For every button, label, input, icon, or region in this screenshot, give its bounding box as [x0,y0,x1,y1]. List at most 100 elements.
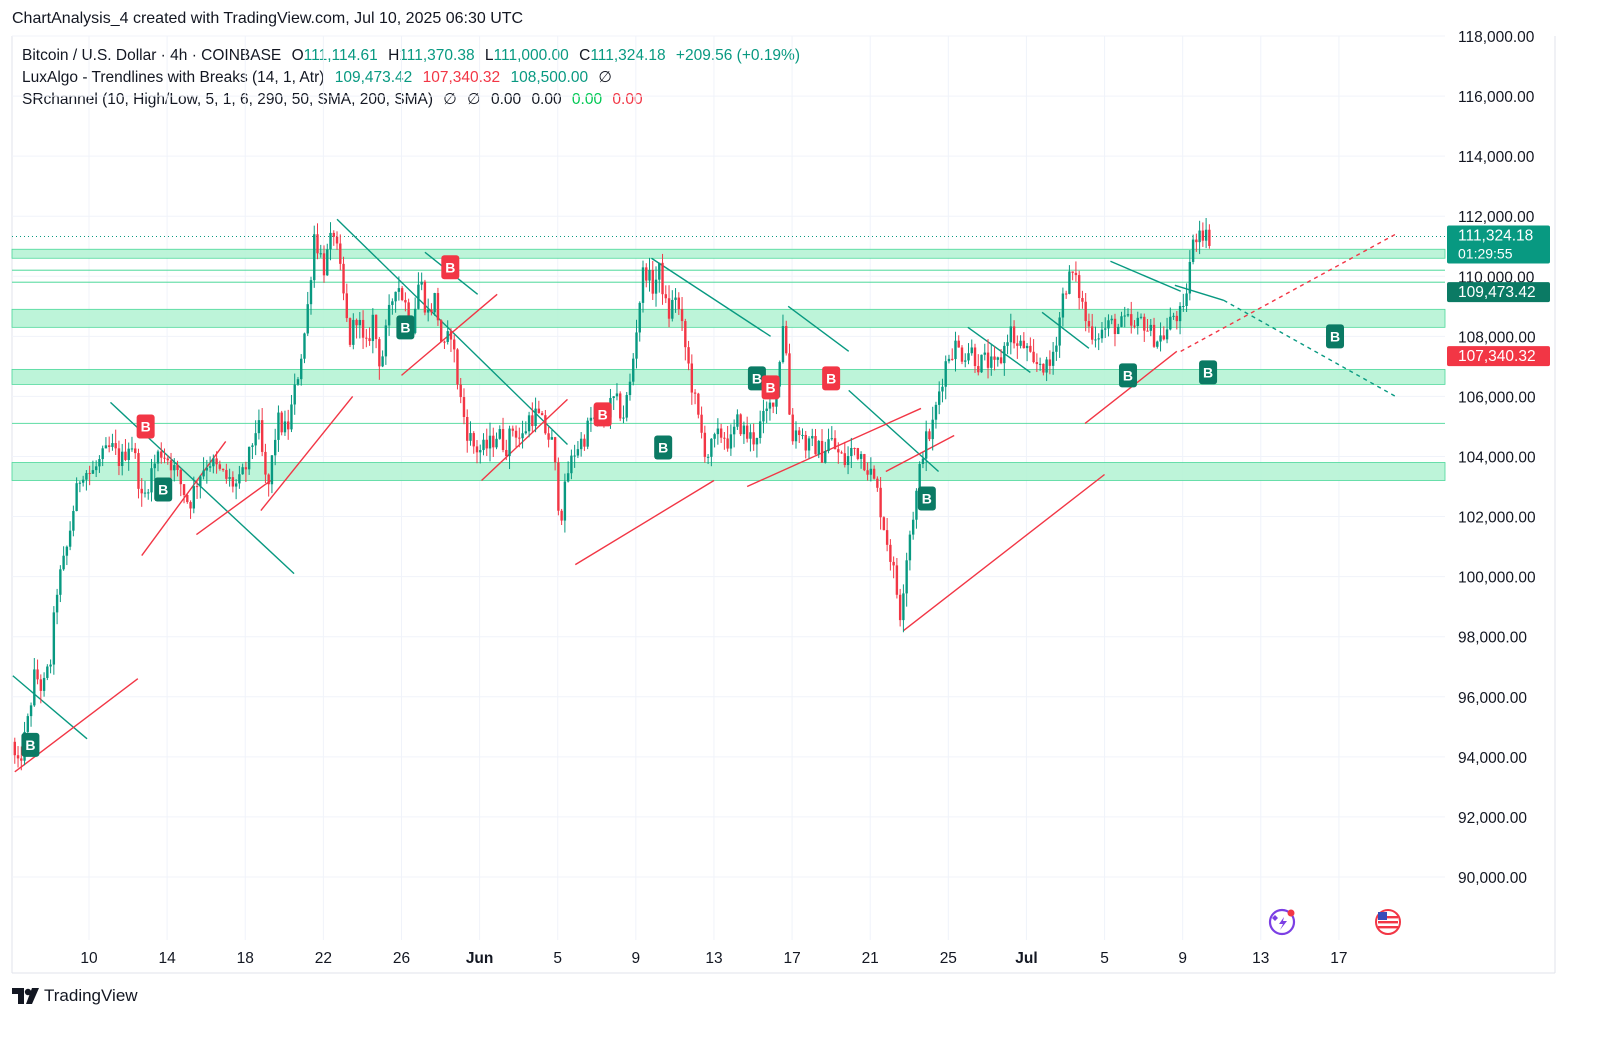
candle-body [843,453,847,466]
x-tick-label: 18 [237,950,254,967]
tradingview-brand: TradingView [44,986,138,1005]
support-trendline [401,293,498,376]
candle-body [846,456,850,466]
candle-body [134,448,137,454]
chart-icons[interactable] [1268,908,1401,936]
candle-body [1077,275,1081,299]
candle-body [570,455,573,474]
candle-body [1100,329,1104,339]
candle-body [68,530,72,547]
x-tick-label: 26 [393,950,410,967]
candle-body [693,392,697,394]
candle-body [788,353,791,415]
candle-body [1182,306,1185,308]
x-tick-label: 9 [1178,950,1187,967]
candle-body [361,319,365,338]
candle-body [439,320,443,342]
candle-body [710,438,713,457]
candle-body [433,293,436,313]
candle-body [254,433,257,446]
candle-body [1009,326,1013,343]
candle-body [342,263,345,294]
candle-body [892,561,895,566]
tradingview-logo[interactable]: TradingView [12,986,138,1006]
price-axis[interactable]: 118,000.00 116,000.00 114,000.00 112,000.00… [1458,29,1536,887]
buy-signal: B [1118,363,1137,388]
candle-body [661,262,664,295]
candle-body [990,356,993,368]
candle-body [967,353,970,361]
candle-body [772,402,775,407]
candle-body [732,426,736,435]
candle-body [313,234,316,281]
signal-label: B [658,439,668,455]
candle-body [1126,314,1130,316]
candle-body [736,414,739,427]
candle-body [501,429,505,450]
candle-body [472,433,475,447]
candle-body [527,415,531,432]
candle-body [195,486,199,488]
candle-body [1104,328,1107,330]
candle-body [166,458,169,461]
support-trendline [1084,350,1178,424]
candle-body [1064,293,1068,295]
candle-body [583,438,586,447]
price-chart[interactable]: BBBBBBBBBBBB BB 118,000.00116,000.00114,0… [0,0,1600,1039]
candle-body [1071,271,1074,273]
candle-body [371,314,375,342]
candle-body [791,414,794,442]
candle-body [1159,335,1162,342]
candle-body [960,347,964,362]
candle-body [807,438,811,451]
candle-body [231,477,235,487]
x-tick-label: Jul [1015,950,1037,967]
candle-body [358,319,362,326]
us-flag-icon[interactable] [1375,909,1401,935]
x-tick-label: 14 [158,950,176,967]
time-axis[interactable]: 10 14 18 22 26 Jun 5 9 13 17 21 25 Jul 5 9 13 17 [80,950,1347,967]
candle-body [85,473,88,480]
y-tick-label: 98,000.00 [1458,630,1527,647]
candle-body [586,420,589,447]
candle-body [339,243,342,264]
candle-body [798,430,801,436]
candle-body [55,594,59,613]
candle-body [898,594,902,621]
candle-body [387,304,391,326]
candle-body [817,440,820,455]
x-tick-label: 17 [1330,950,1347,967]
candle-body [534,408,537,427]
candle-body [59,569,62,595]
candle-body [739,414,742,435]
candle-body [202,470,205,477]
candle-body [944,361,947,387]
signal-label: B [25,737,35,753]
candle-body [218,464,222,469]
candle-body [1090,326,1094,340]
candle-body [986,352,990,368]
candle-body [1084,301,1087,322]
candle-body [423,281,427,313]
candle-body [853,447,856,449]
candle-body [283,421,287,433]
candle-body [257,420,261,434]
candle-body [296,379,300,385]
candle-body [182,484,186,495]
candle-body [762,410,765,422]
candle-body [902,593,905,621]
candle-body [143,492,147,494]
candle-body [947,358,951,362]
candle-body [208,466,212,468]
candle-body [1185,293,1188,307]
candle-body [560,510,563,521]
candle-body [1107,320,1110,329]
candle-body [1081,298,1084,302]
candle-body [1012,326,1016,344]
y-tick-label: 118,000.00 [1458,29,1535,46]
candle-body [114,443,117,449]
y-tick-label: 108,000.00 [1458,329,1536,346]
ai-sparkle-icon[interactable] [1268,908,1296,936]
x-tick-label: 10 [80,950,98,967]
candle-body [908,534,912,561]
